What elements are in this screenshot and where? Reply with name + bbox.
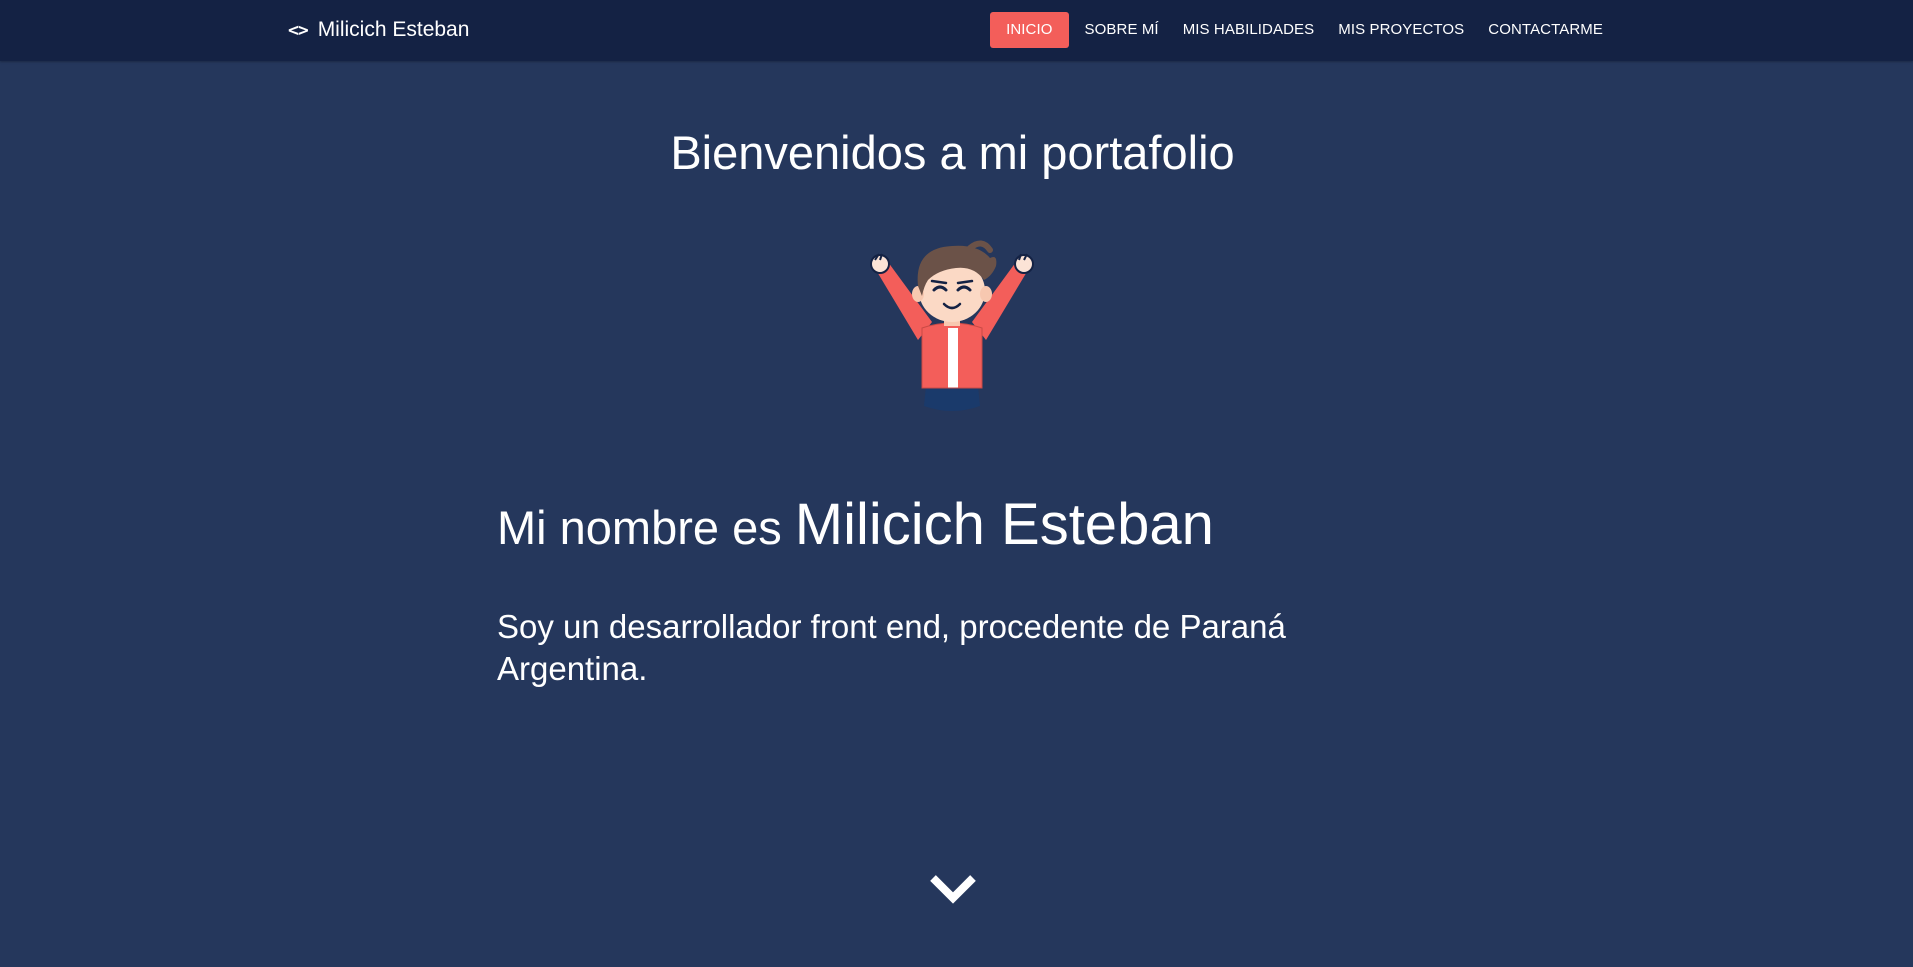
code-icon: <>: [288, 19, 309, 41]
brand-link[interactable]: <> Milicich Esteban: [288, 16, 469, 44]
intro-prefix: Mi nombre es: [497, 501, 795, 554]
chevron-down-icon[interactable]: [927, 870, 979, 906]
nav-link-mis-habilidades[interactable]: MIS HABILIDADES: [1171, 12, 1327, 48]
nav-link-mis-proyectos[interactable]: MIS PROYECTOS: [1326, 12, 1476, 48]
nav-link-sobre-mi[interactable]: SOBRE MÍ: [1073, 12, 1171, 48]
nav-link-contactarme[interactable]: CONTACTARME: [1476, 12, 1615, 48]
intro-name: Milicich Esteban: [794, 492, 1214, 557]
brand-name: Milicich Esteban: [317, 18, 470, 41]
nav-links: INICIO SOBRE MÍ MIS HABILIDADES MIS PROY…: [990, 12, 1615, 48]
cheering-man-avatar: [870, 240, 1034, 411]
intro-description: Soy un desarrollador front end, proceden…: [497, 608, 1286, 687]
navbar: <> Milicich Esteban INICIO SOBRE MÍ MIS …: [0, 0, 1913, 61]
intro-heading: Mi nombre es Milicich Esteban: [497, 490, 1214, 563]
page-title: Bienvenidos a mi portafolio: [670, 126, 1235, 179]
nav-link-inicio[interactable]: INICIO: [990, 12, 1069, 48]
